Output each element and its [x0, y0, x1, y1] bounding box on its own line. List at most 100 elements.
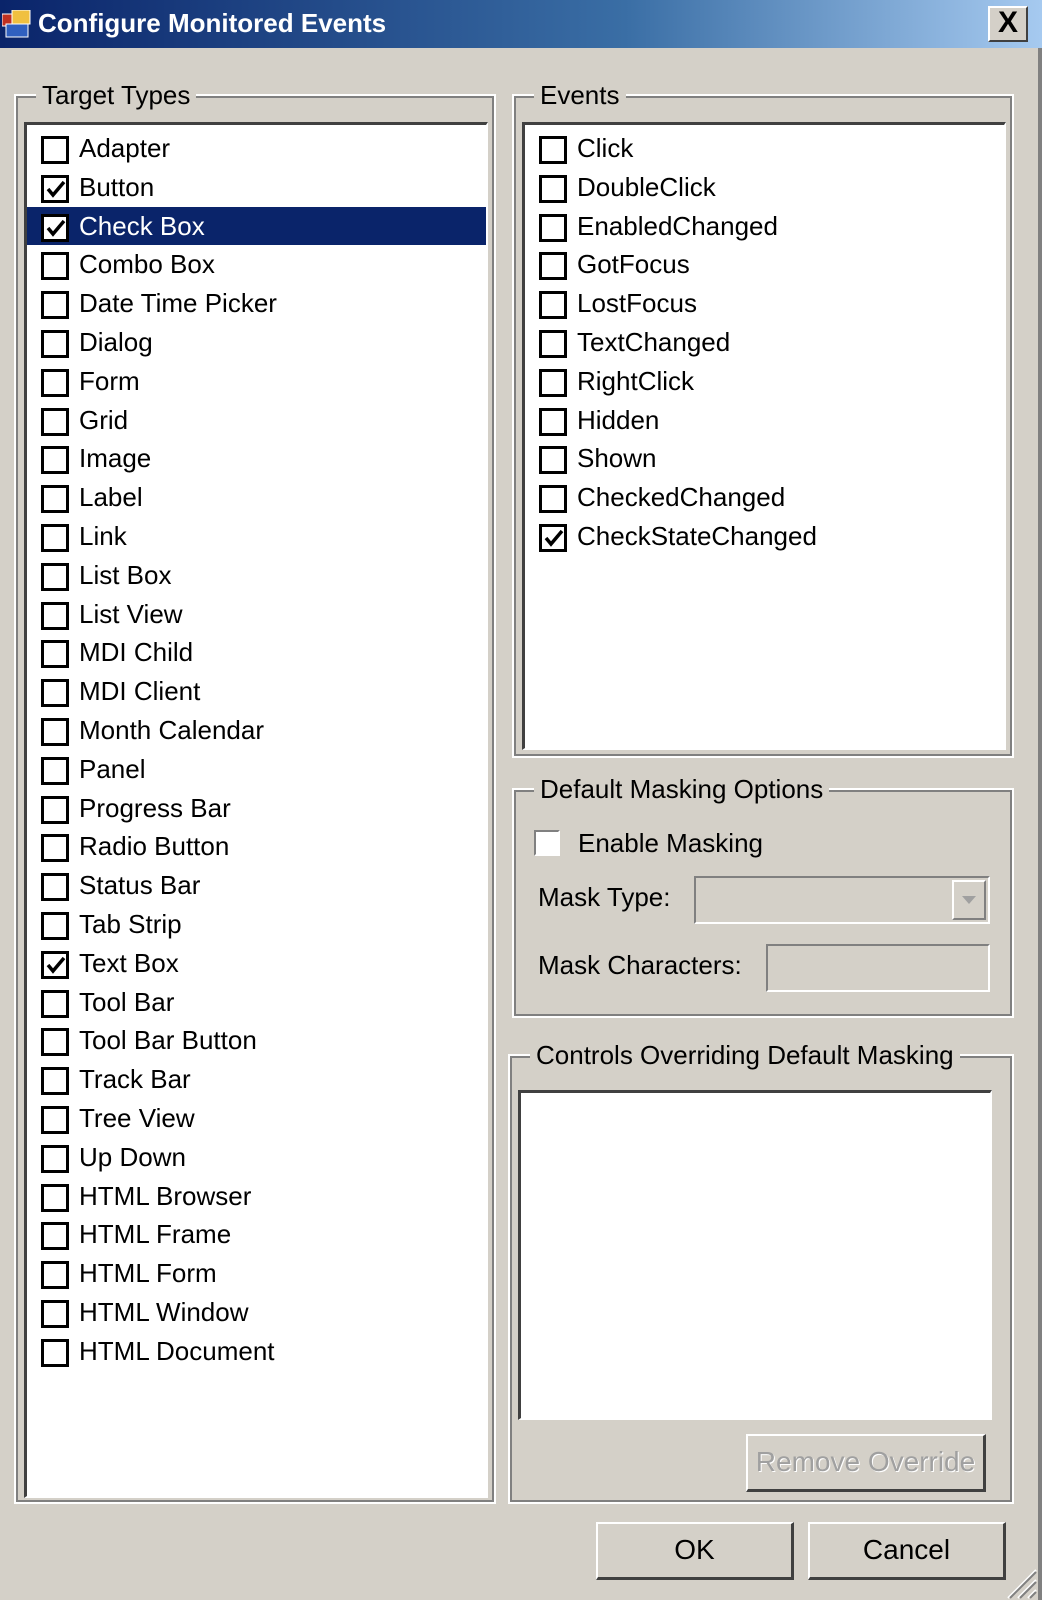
- checkbox[interactable]: [41, 873, 69, 902]
- target-type-item[interactable]: List Box: [27, 556, 486, 594]
- checkbox[interactable]: [539, 485, 567, 514]
- target-type-item[interactable]: Tool Bar Button: [27, 1021, 486, 1059]
- event-item[interactable]: CheckedChanged: [525, 478, 1004, 516]
- event-item[interactable]: TextChanged: [525, 323, 1004, 361]
- mask-type-select[interactable]: [694, 876, 990, 924]
- target-type-item[interactable]: Adapter: [27, 129, 486, 167]
- event-item[interactable]: LostFocus: [525, 284, 1004, 322]
- checkbox[interactable]: [41, 718, 69, 746]
- target-type-item[interactable]: Radio Button: [27, 827, 486, 865]
- target-type-item[interactable]: Panel: [27, 750, 486, 788]
- target-type-item[interactable]: Link: [27, 517, 486, 555]
- checkbox[interactable]: [41, 291, 69, 320]
- checkbox[interactable]: [41, 601, 69, 630]
- checkbox[interactable]: [41, 756, 69, 785]
- events-list[interactable]: Click DoubleClick EnabledChanged GotFocus Lo…: [522, 122, 1006, 750]
- target-type-item[interactable]: Track Bar: [27, 1060, 486, 1098]
- checkbox[interactable]: [41, 834, 69, 863]
- event-item[interactable]: CheckStateChanged: [525, 517, 1004, 555]
- checkbox[interactable]: [41, 989, 69, 1018]
- checkbox[interactable]: [539, 368, 567, 397]
- target-type-item[interactable]: Tool Bar: [27, 983, 486, 1021]
- checkbox[interactable]: [41, 1338, 69, 1367]
- checkbox[interactable]: [539, 407, 567, 436]
- checkbox[interactable]: [41, 1222, 69, 1251]
- target-type-item[interactable]: Form: [27, 362, 486, 400]
- target-type-label: HTML Form: [79, 1258, 217, 1289]
- target-type-item[interactable]: Status Bar: [27, 866, 486, 904]
- mask-characters-input[interactable]: [766, 944, 990, 992]
- checkbox[interactable]: [539, 524, 567, 552]
- target-type-item[interactable]: List View: [27, 595, 486, 633]
- ok-button[interactable]: OK: [596, 1522, 794, 1580]
- checkbox[interactable]: [41, 1300, 69, 1328]
- checkbox[interactable]: [41, 213, 69, 242]
- checkbox[interactable]: [41, 912, 69, 940]
- checkbox[interactable]: [41, 524, 69, 552]
- checkbox[interactable]: [41, 252, 69, 281]
- target-type-item[interactable]: Up Down: [27, 1138, 486, 1176]
- target-type-item[interactable]: HTML Document: [27, 1332, 486, 1370]
- target-type-item[interactable]: Text Box: [27, 944, 486, 982]
- checkbox[interactable]: [41, 368, 69, 397]
- target-type-item[interactable]: Date Time Picker: [27, 284, 486, 322]
- target-type-item[interactable]: Button: [27, 168, 486, 206]
- target-type-item[interactable]: Combo Box: [27, 245, 486, 283]
- checkbox[interactable]: [41, 1028, 69, 1057]
- event-item[interactable]: RightClick: [525, 362, 1004, 400]
- remove-override-button[interactable]: Remove Override: [746, 1434, 986, 1492]
- event-item[interactable]: DoubleClick: [525, 168, 1004, 206]
- target-type-item[interactable]: Month Calendar: [27, 711, 486, 749]
- checkbox[interactable]: [41, 1067, 69, 1096]
- checkbox[interactable]: [41, 174, 69, 203]
- target-type-item[interactable]: Progress Bar: [27, 789, 486, 827]
- overrides-list[interactable]: [518, 1090, 992, 1420]
- target-type-item[interactable]: MDI Child: [27, 633, 486, 671]
- event-item[interactable]: Shown: [525, 439, 1004, 477]
- event-item[interactable]: Hidden: [525, 401, 1004, 439]
- cancel-button[interactable]: Cancel: [808, 1522, 1006, 1580]
- target-type-item[interactable]: Label: [27, 478, 486, 516]
- target-type-item[interactable]: HTML Form: [27, 1254, 486, 1292]
- target-type-item[interactable]: HTML Browser: [27, 1177, 486, 1215]
- close-button[interactable]: X: [988, 6, 1028, 42]
- checkbox[interactable]: [41, 679, 69, 708]
- checkbox[interactable]: [539, 291, 567, 320]
- checkbox[interactable]: [539, 252, 567, 281]
- checkbox[interactable]: [41, 407, 69, 436]
- checkbox[interactable]: [41, 330, 69, 358]
- checkbox[interactable]: [41, 795, 69, 824]
- checkbox[interactable]: [41, 1183, 69, 1212]
- target-type-item[interactable]: Image: [27, 439, 486, 477]
- checkbox[interactable]: [41, 1106, 69, 1134]
- target-type-item[interactable]: HTML Frame: [27, 1215, 486, 1253]
- target-type-item[interactable]: Dialog: [27, 323, 486, 361]
- checkbox[interactable]: [41, 485, 69, 514]
- checkbox[interactable]: [539, 213, 567, 242]
- dropdown-button[interactable]: [952, 880, 986, 920]
- checkbox[interactable]: [41, 1261, 69, 1290]
- target-type-item[interactable]: HTML Window: [27, 1293, 486, 1331]
- target-types-list[interactable]: Adapter Button Check Box Combo Box Date Time…: [24, 122, 488, 1498]
- target-type-item[interactable]: Grid: [27, 401, 486, 439]
- checkbox[interactable]: [539, 136, 567, 164]
- checkbox[interactable]: [539, 446, 567, 475]
- event-item[interactable]: Click: [525, 129, 1004, 167]
- event-item[interactable]: EnabledChanged: [525, 207, 1004, 245]
- checkbox[interactable]: [539, 330, 567, 358]
- checkbox[interactable]: [41, 446, 69, 475]
- checkbox[interactable]: [41, 950, 69, 979]
- event-label: DoubleClick: [577, 171, 716, 202]
- checkbox[interactable]: [41, 562, 69, 591]
- target-type-item[interactable]: Tree View: [27, 1099, 486, 1137]
- checkbox[interactable]: [41, 640, 69, 669]
- checkbox[interactable]: [41, 1144, 69, 1173]
- checkbox[interactable]: [41, 136, 69, 164]
- target-type-item[interactable]: Tab Strip: [27, 905, 486, 943]
- event-item[interactable]: GotFocus: [525, 245, 1004, 283]
- enable-masking-checkbox[interactable]: [534, 830, 560, 856]
- target-type-item[interactable]: MDI Client: [27, 672, 486, 710]
- target-type-item[interactable]: Check Box: [27, 206, 486, 245]
- resize-grip-icon[interactable]: [998, 1560, 1038, 1600]
- checkbox[interactable]: [539, 174, 567, 203]
